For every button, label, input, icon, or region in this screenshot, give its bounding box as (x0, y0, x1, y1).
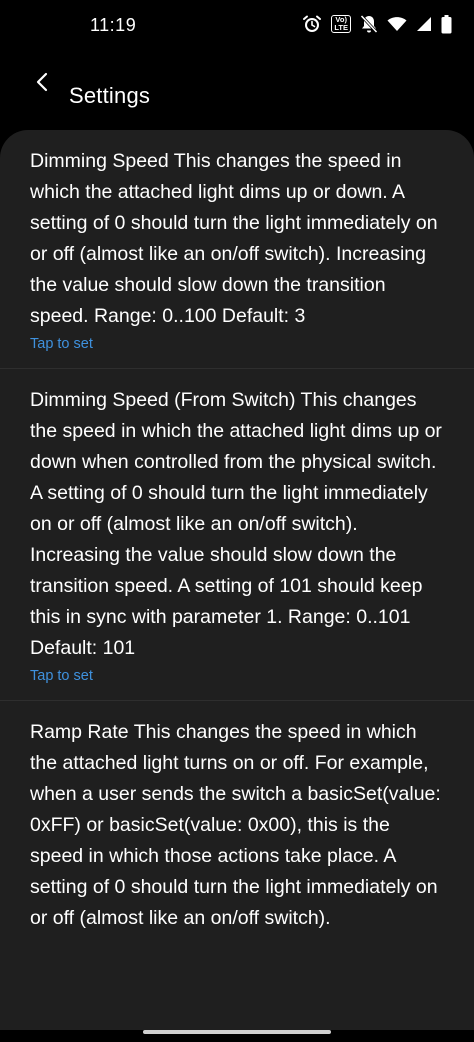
volte-bottom-label: LTE (334, 23, 348, 32)
app-bar: Settings (0, 54, 474, 114)
tap-to-set-link[interactable]: Tap to set (30, 334, 444, 354)
notifications-off-icon (360, 14, 378, 34)
setting-description: Ramp Rate This changes the speed in whic… (30, 721, 441, 929)
status-time: 11:19 (90, 15, 137, 35)
back-button[interactable] (22, 64, 62, 104)
setting-description: Dimming Speed This changes the speed in … (30, 150, 438, 327)
alarm-icon (302, 14, 322, 34)
status-icons: Vo) LTE (302, 14, 452, 34)
volte-icon: Vo) LTE (331, 15, 351, 33)
battery-icon (441, 14, 452, 34)
chevron-left-icon (35, 72, 49, 97)
setting-item-dimming-speed[interactable]: Dimming Speed This changes the speed in … (0, 130, 474, 369)
status-bar: 11:19 Vo) LTE (0, 0, 474, 54)
wifi-icon (387, 16, 407, 32)
gesture-navigation-handle[interactable] (143, 1030, 331, 1034)
tap-to-set-link[interactable]: Tap to set (30, 666, 444, 686)
setting-description: Dimming Speed (From Switch) This changes… (30, 389, 442, 659)
signal-icon (416, 16, 432, 32)
settings-list[interactable]: Dimming Speed This changes the speed in … (0, 130, 474, 1030)
setting-item-ramp-rate[interactable]: Ramp Rate This changes the speed in whic… (0, 701, 474, 948)
setting-item-dimming-speed-from-switch[interactable]: Dimming Speed (From Switch) This changes… (0, 369, 474, 701)
page-title: Settings (69, 82, 151, 108)
